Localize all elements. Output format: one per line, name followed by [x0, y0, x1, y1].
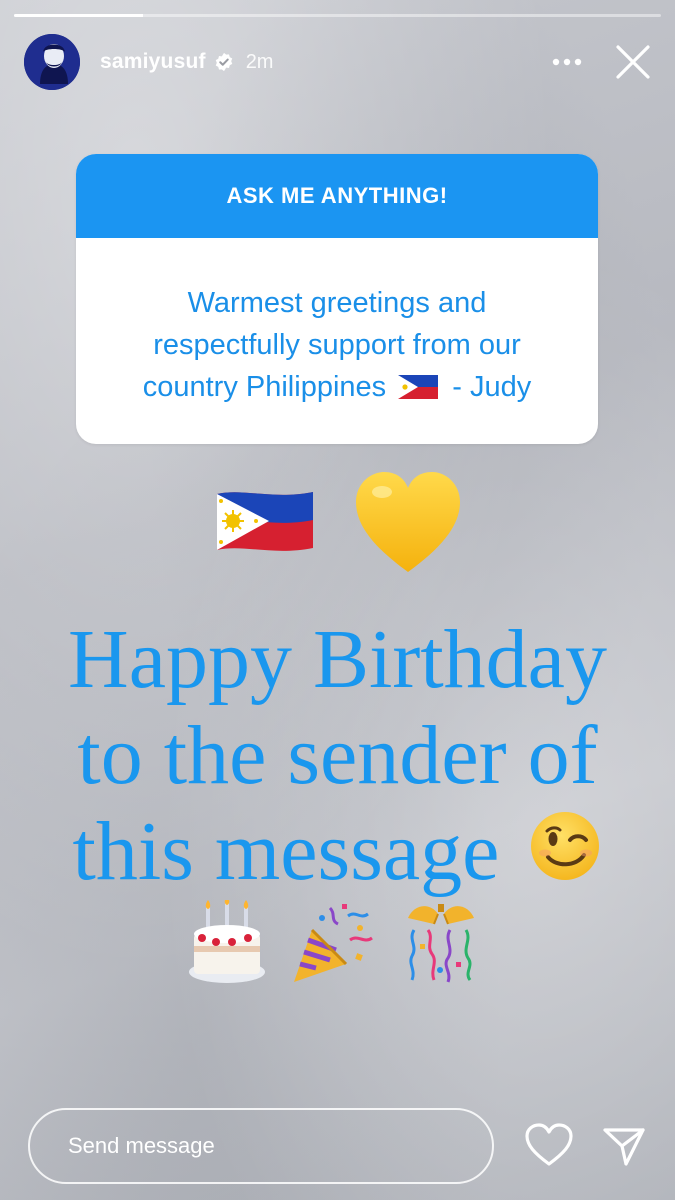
question-sticker[interactable]: ASK ME ANYTHING! Warmest greetings and r… — [76, 154, 598, 444]
question-sticker-header: ASK ME ANYTHING! — [76, 154, 598, 238]
birthday-caption: Happy Birthday to the sender of this mes… — [30, 612, 645, 900]
share-direct-icon[interactable] — [602, 1124, 646, 1168]
philippines-flag-icon — [217, 492, 313, 551]
story-header: samiyusuf 2m — [24, 32, 655, 92]
response-line: country Philippines - Judy — [100, 366, 574, 408]
response-text: - Judy — [452, 371, 532, 403]
birthday-cake-icon — [189, 900, 265, 983]
caption-line: this message — [30, 804, 645, 900]
caption-line: Happy Birthday — [68, 613, 607, 706]
caption-text: this message — [72, 805, 500, 898]
send-message-input[interactable]: Send message — [28, 1108, 494, 1184]
story-progress-fill — [14, 14, 144, 17]
response-line: Warmest greetings and — [187, 287, 487, 319]
response-text: country Philippines — [142, 371, 387, 403]
winking-face-icon — [531, 812, 600, 880]
caption-line: to the sender of — [77, 709, 598, 802]
story-progress-bar — [14, 14, 661, 17]
party-popper-icon — [294, 904, 373, 982]
response-line: respectfully support from our — [153, 329, 521, 361]
avatar[interactable] — [24, 34, 80, 90]
question-response: Warmest greetings and respectfully suppo… — [76, 238, 598, 408]
post-time: 2m — [245, 50, 274, 73]
verified-badge-icon — [215, 52, 232, 72]
confetti-ball-icon — [408, 904, 474, 983]
close-icon[interactable] — [611, 40, 655, 84]
like-heart-icon[interactable] — [524, 1122, 574, 1168]
yellow-heart-icon — [356, 472, 460, 572]
username[interactable]: samiyusuf — [100, 50, 206, 74]
send-message-placeholder: Send message — [68, 1133, 215, 1158]
philippines-flag-icon — [398, 375, 439, 399]
more-options-icon[interactable] — [547, 42, 587, 82]
